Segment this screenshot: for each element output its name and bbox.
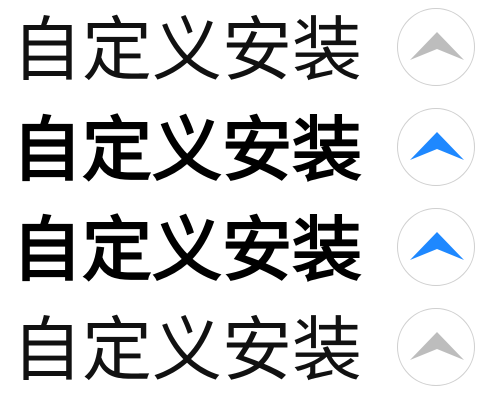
custom-install-option-4[interactable]: 自定义安装 <box>0 300 500 400</box>
custom-install-option-3[interactable]: 自定义安装 <box>0 200 500 300</box>
expand-toggle-button[interactable] <box>397 208 475 286</box>
custom-install-label: 自定义安装 <box>12 109 362 191</box>
chevron-up-icon <box>410 132 464 160</box>
expand-toggle-button[interactable] <box>397 308 475 386</box>
chevron-up-icon <box>410 232 464 260</box>
custom-install-label: 自定义安装 <box>12 309 362 391</box>
custom-install-label: 自定义安装 <box>12 209 362 291</box>
chevron-up-icon-shape <box>410 332 464 360</box>
expand-toggle-button[interactable] <box>397 108 475 186</box>
custom-install-option-1[interactable]: 自定义安装 <box>0 0 500 100</box>
chevron-up-icon <box>410 32 464 60</box>
chevron-up-icon <box>410 332 464 360</box>
chevron-up-icon-shape <box>410 132 464 160</box>
custom-install-label: 自定义安装 <box>12 9 362 91</box>
chevron-up-icon-shape <box>410 232 464 260</box>
custom-install-option-2[interactable]: 自定义安装 <box>0 100 500 200</box>
chevron-up-icon-shape <box>410 32 464 60</box>
expand-toggle-button[interactable] <box>397 8 475 86</box>
